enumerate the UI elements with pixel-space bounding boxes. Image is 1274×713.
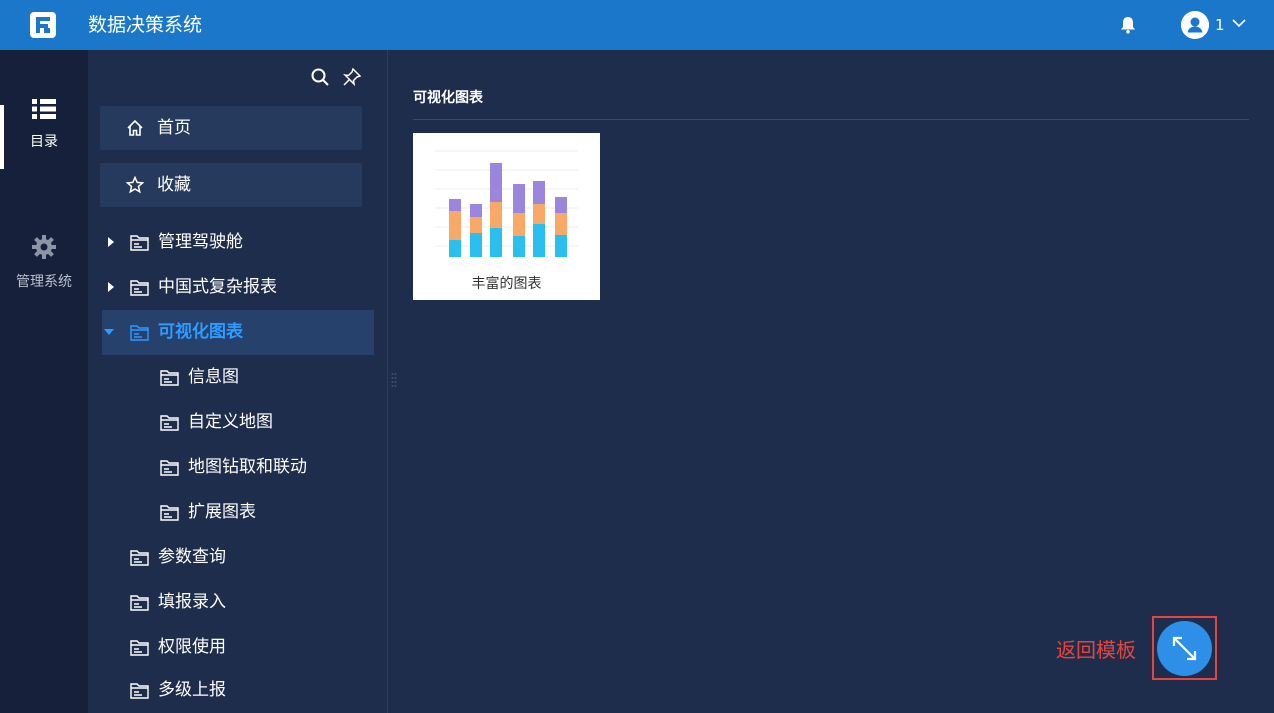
tree-item-label: 可视化图表 [158,322,243,342]
folder-icon [130,640,149,656]
section-divider [413,119,1249,120]
rail-item-admin[interactable]: 管理系统 [0,234,88,292]
tree-item-label: 中国式复杂报表 [158,277,277,297]
rail-item-catalog[interactable]: 目录 [0,98,88,152]
quick-link-home[interactable]: 首页 [100,106,362,150]
quick-link-label: 首页 [157,118,191,138]
folder-icon [160,370,179,386]
top-bar: 数据决策系统 1 [0,0,1274,50]
caret-down-icon[interactable] [104,327,114,337]
folder-icon [130,235,149,251]
tree-item-data-entry[interactable]: 填报录入 [88,580,378,625]
tree-item-custom-map[interactable]: 自定义地图 [88,400,378,445]
tree-item-label: 参数查询 [158,547,226,567]
tree-item-label: 权限使用 [158,637,226,657]
left-rail: 目录 管理系统 [0,50,88,713]
username[interactable]: 1 [1215,15,1225,35]
caret-right-icon[interactable] [106,237,116,247]
tree-item-management-cockpit[interactable]: 管理驾驶舱 [88,220,378,265]
tree-item-visual-charts[interactable]: 可视化图表 [102,310,374,355]
app-logo-icon[interactable] [30,12,56,38]
avatar[interactable] [1181,11,1209,39]
tree-item-extended-charts[interactable]: 扩展图表 [88,490,378,535]
user-icon [1181,11,1209,39]
template-card-label: 丰富的图表 [471,276,542,292]
search-icon[interactable] [311,68,329,86]
tree-item-parameter-query[interactable]: 参数查询 [88,535,378,580]
tree-item-infographic[interactable]: 信息图 [88,355,378,400]
tree-item-complex-reports[interactable]: 中国式复杂报表 [88,265,378,310]
tree-item-label: 信息图 [188,367,239,387]
star-icon [126,176,144,194]
quick-link-label: 收藏 [157,175,191,195]
template-card[interactable]: 丰富的图表 [413,133,600,300]
tree-item-label: 填报录入 [158,592,226,612]
quick-link-favorites[interactable]: 收藏 [100,163,362,207]
app-title: 数据决策系统 [88,14,203,36]
folder-icon [130,325,149,341]
home-icon [127,119,143,136]
folder-icon [160,460,179,476]
return-template-label: 返回模板 [1056,638,1136,662]
folder-icon [130,550,149,566]
list-icon [32,99,56,119]
tree-item-label: 扩展图表 [188,502,256,522]
chart-thumbnail [433,145,580,261]
folder-icon [160,505,179,521]
tree-item-permissions[interactable]: 权限使用 [88,625,378,670]
pin-icon[interactable] [343,68,361,86]
return-template-button[interactable] [1157,621,1212,676]
tree-item-label: 地图钻取和联动 [188,457,307,477]
folder-icon [130,280,149,296]
tree-item-label: 管理驾驶舱 [158,232,243,252]
caret-right-icon[interactable] [106,282,116,292]
bell-icon[interactable] [1119,15,1137,35]
folder-icon [130,683,149,699]
tree-item-multi-level-report[interactable]: 多级上报 [88,668,378,713]
chevron-down-icon[interactable] [1231,17,1247,29]
panel-resize-handle[interactable] [391,372,397,388]
tree-item-map-drill[interactable]: 地图钻取和联动 [88,445,378,490]
tree-item-label: 多级上报 [158,680,226,700]
expand-arrows-icon [1172,636,1197,661]
folder-icon [130,595,149,611]
section-title: 可视化图表 [413,90,483,106]
gear-icon [32,235,56,259]
tree-item-label: 自定义地图 [188,412,273,432]
folder-icon [160,415,179,431]
rail-item-label: 管理系统 [16,274,72,290]
rail-item-label: 目录 [30,134,58,150]
